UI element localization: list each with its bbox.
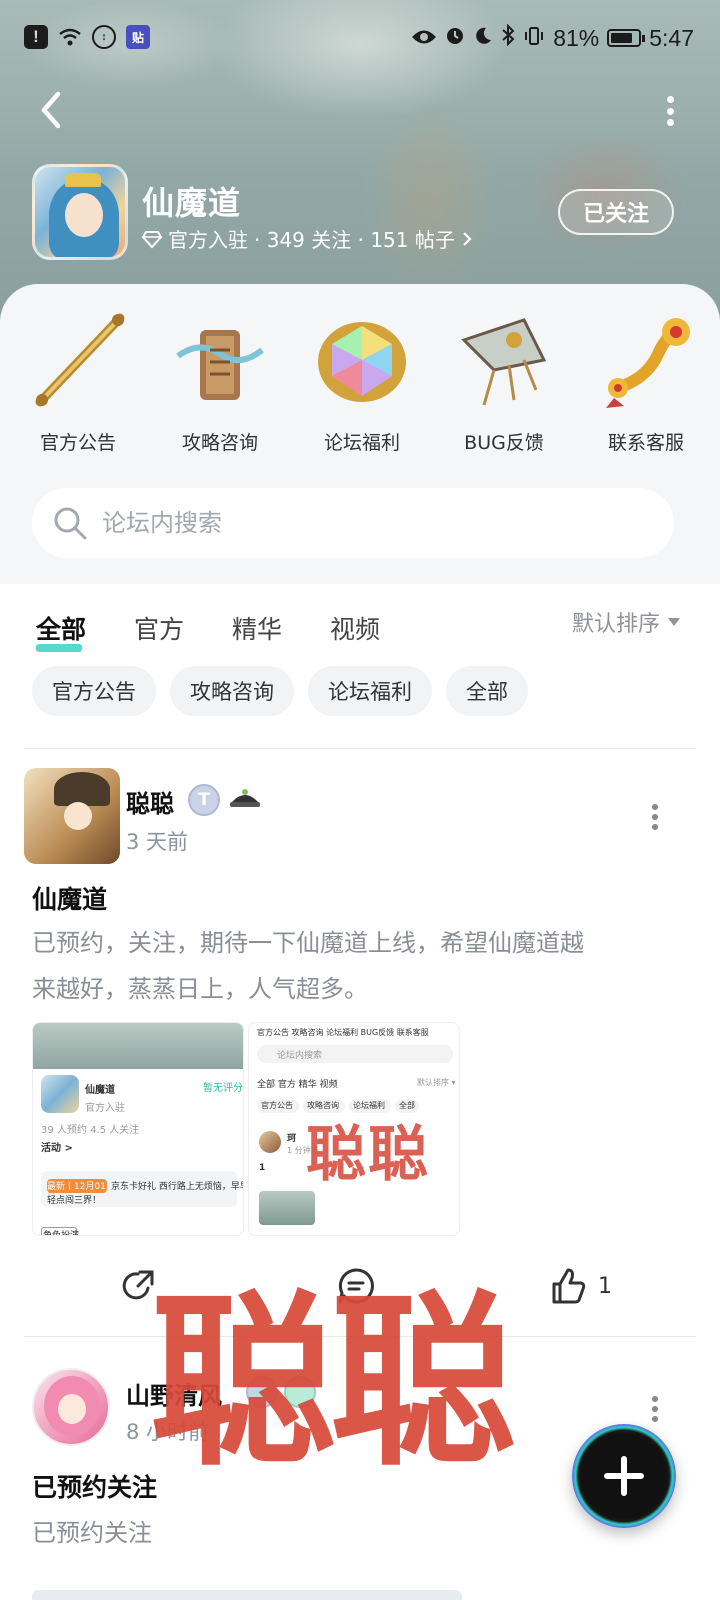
alert-icon: !	[24, 25, 48, 49]
post-image[interactable]: 仙魔道 暂无评分 官方入驻 39 人预约 4.5 人关注 活动 > 最新丨12月…	[32, 1022, 244, 1236]
like-count: 1	[598, 1273, 612, 1299]
sort-label: 默认排序	[571, 612, 660, 637]
filter-chips: 官方公告 攻略咨询 论坛福利 全部	[32, 666, 528, 716]
chevron-right-icon	[463, 231, 472, 246]
tieba-icon: 贴	[126, 25, 150, 49]
scroll-chest-icon	[170, 310, 270, 410]
post-title[interactable]: 仙魔道	[32, 880, 107, 916]
data-saver-icon: ↕	[92, 25, 116, 49]
vibrate-icon	[523, 25, 545, 52]
like-button[interactable]: 1	[548, 1262, 612, 1310]
forum-stats[interactable]: 官方入驻 · 349 关注 · 151 帖子	[142, 224, 473, 253]
clock: 5:47	[649, 24, 694, 51]
category-bug-report[interactable]: BUG反馈	[438, 310, 570, 455]
category-official-notice[interactable]: 官方公告	[12, 310, 144, 455]
create-post-button[interactable]	[572, 1424, 676, 1528]
post-body[interactable]: 已预约，关注，期待一下仙魔道上线，希望仙魔道越 来越好，蒸蒸日上，人气超多。	[32, 920, 584, 1012]
gem-icon	[312, 310, 412, 410]
kite-icon	[454, 310, 554, 410]
tab-featured[interactable]: 精华	[232, 610, 282, 652]
scroll-staff-icon	[28, 310, 128, 410]
post-author[interactable]: 聪聪	[126, 784, 174, 819]
forum-search-box[interactable]	[32, 488, 674, 558]
alarm-icon	[445, 25, 465, 52]
forum-header: ! ↕ 贴 81% 5:47 仙魔道 官方入驻 · 349 关注 · 151 帖…	[0, 0, 720, 320]
category-welfare[interactable]: 论坛福利	[296, 310, 428, 455]
watermark-large: 聪聪	[150, 1274, 516, 1491]
tab-all[interactable]: 全部	[36, 610, 86, 652]
battery-icon	[607, 29, 646, 47]
eye-icon	[411, 25, 437, 52]
divider	[24, 748, 696, 749]
chevron-left-icon	[41, 91, 61, 129]
post-tabs: 全部 官方 精华 视频	[36, 610, 380, 652]
search-icon	[54, 507, 87, 540]
official-label: 官方入驻	[168, 228, 248, 252]
wifi-icon	[58, 25, 82, 49]
bluetooth-icon	[501, 23, 515, 52]
more-options-button[interactable]	[664, 96, 676, 126]
back-button[interactable]	[30, 88, 74, 132]
post-more-button[interactable]	[650, 804, 660, 830]
sort-dropdown[interactable]: 默认排序	[572, 606, 680, 638]
follow-post-stats: · 349 关注 · 151 帖子	[254, 228, 455, 252]
chip-strategy[interactable]: 攻略咨询	[170, 666, 294, 716]
ruyi-icon	[596, 310, 696, 410]
post-image-preview[interactable]	[32, 1590, 462, 1600]
status-bar: ! ↕ 贴 81% 5:47	[0, 0, 720, 80]
category-panel: 官方公告 攻略咨询 论坛福利 BUG反馈 联系客服	[0, 284, 720, 584]
followed-button[interactable]: 已关注	[558, 189, 674, 235]
thumbs-up-icon	[552, 1268, 586, 1304]
category-strategy[interactable]: 攻略咨询	[154, 310, 286, 455]
game-title: 仙魔道	[142, 184, 242, 222]
tab-video[interactable]: 视频	[330, 610, 380, 652]
battery-percent: 81%	[553, 24, 600, 51]
category-customer-service[interactable]: 联系客服	[580, 310, 712, 455]
post-more-button[interactable]	[650, 1396, 660, 1422]
game-logo	[32, 164, 128, 260]
tab-official[interactable]: 官方	[134, 610, 184, 652]
post-body[interactable]: 已预约关注	[32, 1510, 152, 1556]
post-time: 3 天前	[126, 830, 189, 854]
chip-all[interactable]: 全部	[446, 666, 528, 716]
dropdown-triangle-icon	[668, 618, 680, 626]
moon-icon	[473, 25, 493, 52]
chip-official-notice[interactable]: 官方公告	[32, 666, 156, 716]
plus-icon	[604, 1456, 644, 1496]
search-input[interactable]	[102, 509, 622, 537]
post-title[interactable]: 已预约关注	[32, 1468, 157, 1504]
diamond-icon	[142, 230, 162, 248]
watermark-small: 聪聪	[306, 1120, 430, 1190]
avatar[interactable]	[32, 1368, 110, 1446]
avatar[interactable]	[24, 768, 120, 864]
level-badge: T	[188, 784, 220, 816]
chip-welfare[interactable]: 论坛福利	[308, 666, 432, 716]
hat-badge-icon	[228, 782, 262, 812]
